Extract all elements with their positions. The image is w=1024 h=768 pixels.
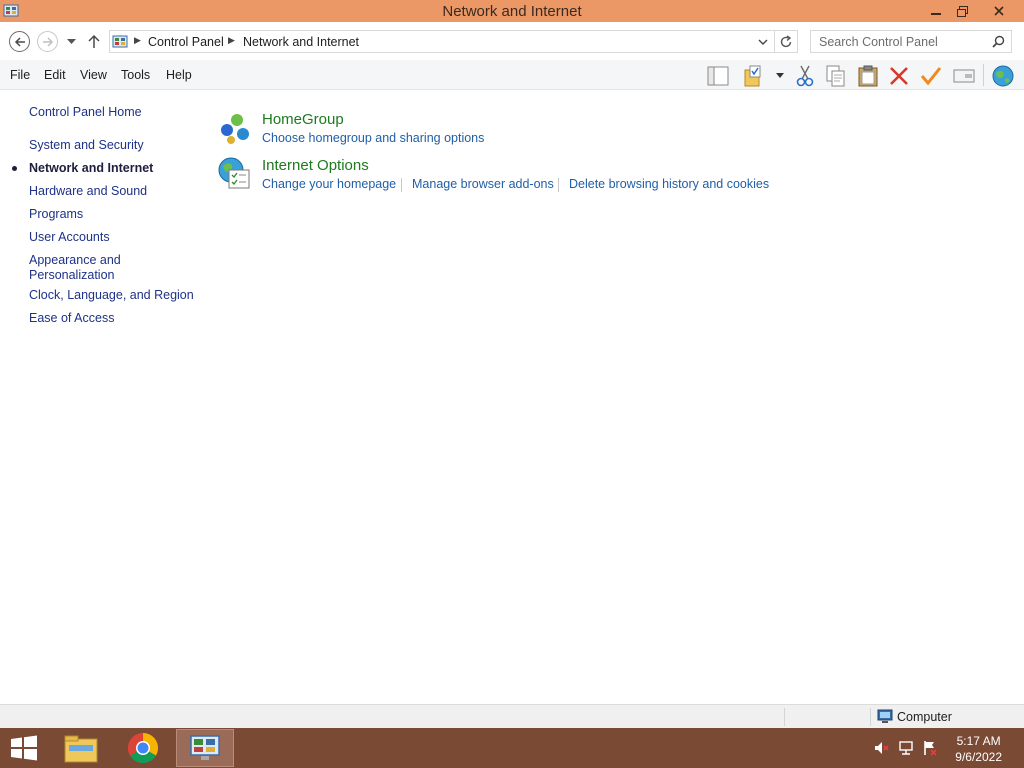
back-button[interactable] [9,31,30,52]
paste-icon [858,65,878,87]
search-input[interactable] [811,31,989,52]
navigation-bar: ▶ Control Panel ▶ Network and Internet [0,22,1024,60]
properties-check-button[interactable] [918,64,944,88]
internet-options-icon[interactable] [217,156,253,192]
taskbar-file-explorer[interactable] [52,729,110,767]
volume-muted-icon[interactable] [874,740,890,756]
breadcrumb-separator-icon[interactable]: ▶ [228,35,235,46]
minimize-icon [931,13,941,15]
properties-icon [953,69,975,83]
link-manage-addons[interactable]: Manage browser add-ons [412,177,554,191]
menu-help[interactable]: Help [166,68,192,82]
menu-file[interactable]: File [10,68,30,82]
sidebar-item-network-and-internet[interactable]: Network and Internet [29,161,199,176]
clock-date: 9/6/2022 [955,750,1002,764]
address-divider [774,31,775,52]
folder-options-icon [744,65,761,87]
sidebar-item-programs[interactable]: Programs [29,207,199,222]
main-content: HomeGroup Choose homegroup and sharing o… [200,90,1024,704]
start-button[interactable] [0,729,48,767]
restore-button[interactable] [948,0,976,22]
status-divider [870,708,871,726]
sidebar-item-appearance-and-personalization[interactable]: Appearance and Personalization [29,253,139,283]
computer-icon [877,709,893,723]
cut-button[interactable] [792,64,818,88]
checkmark-icon [920,67,942,86]
properties-button[interactable] [951,64,977,88]
link-delete-history[interactable]: Delete browsing history and cookies [569,177,769,191]
copy-icon [826,65,845,87]
link-separator [401,178,402,192]
taskbar: 5:17 AM 9/6/2022 [0,728,1024,768]
sidebar-item-control-panel-home[interactable]: Control Panel Home [29,105,199,120]
folder-options-button[interactable] [742,64,768,88]
link-choose-homegroup[interactable]: Choose homegroup and sharing options [262,131,484,145]
status-location: Computer [897,710,952,724]
status-divider [784,708,785,726]
delete-icon [890,67,908,85]
toolbar-divider [983,64,984,86]
up-arrow-icon[interactable] [88,34,100,48]
category-title-homegroup[interactable]: HomeGroup [262,111,344,128]
breadcrumb-control-panel[interactable]: Control Panel [148,35,224,49]
homegroup-icon[interactable] [217,110,253,146]
globe-button[interactable] [990,64,1016,88]
restore-icon [956,5,968,17]
control-panel-icon [190,735,220,760]
breadcrumb-network-and-internet[interactable]: Network and Internet [243,35,359,49]
paste-button[interactable] [855,64,881,88]
copy-button[interactable] [823,64,849,88]
menu-view[interactable]: View [80,68,107,82]
network-icon[interactable] [898,740,914,756]
chrome-icon [127,733,159,764]
forward-arrow-icon [42,36,53,47]
taskbar-clock[interactable]: 5:17 AM 9/6/2022 [955,733,1002,765]
sidebar-item-user-accounts[interactable]: User Accounts [29,230,199,245]
menu-tools[interactable]: Tools [121,68,150,82]
minimize-button[interactable] [922,0,950,22]
taskbar-control-panel[interactable] [176,729,234,767]
search-icon[interactable] [992,35,1005,48]
window-title: Network and Internet [442,3,582,20]
recent-locations-dropdown-icon[interactable] [67,39,76,45]
delete-button[interactable] [886,64,912,88]
title-bar: Network and Internet [0,0,1024,22]
search-box [810,30,1012,53]
close-icon [994,6,1004,16]
back-arrow-icon [14,36,25,47]
menu-edit[interactable]: Edit [44,68,66,82]
sidebar-item-ease-of-access[interactable]: Ease of Access [29,311,199,326]
link-separator [558,178,559,192]
close-button[interactable] [976,0,1022,22]
sidebar-item-system-and-security[interactable]: System and Security [29,138,199,153]
breadcrumb-separator-icon[interactable]: ▶ [134,35,141,46]
category-title-internet-options[interactable]: Internet Options [262,157,369,174]
clock-time: 5:17 AM [956,734,1001,748]
current-item-bullet [12,166,17,171]
action-center-icon[interactable] [922,740,938,756]
dropdown-arrow-icon[interactable] [776,73,784,78]
layout-button[interactable] [705,64,731,88]
forward-button[interactable] [37,31,58,52]
cut-icon [796,65,814,87]
address-bar[interactable]: ▶ Control Panel ▶ Network and Internet [109,30,798,53]
link-change-homepage[interactable]: Change your homepage [262,177,396,191]
windows-logo-icon [11,735,37,761]
sidebar: Control Panel Home System and Security N… [0,90,200,704]
control-panel-icon [112,35,128,48]
sidebar-item-hardware-and-sound[interactable]: Hardware and Sound [29,184,199,199]
file-explorer-icon [64,735,98,763]
refresh-icon[interactable] [779,35,793,49]
sidebar-item-clock-language-region[interactable]: Clock, Language, and Region [29,288,199,303]
taskbar-chrome[interactable] [114,729,172,767]
status-bar: Computer [0,704,1024,728]
menu-bar: File Edit View Tools Help [0,60,1024,90]
layout-icon [707,66,729,86]
address-dropdown-icon[interactable] [758,39,768,46]
globe-icon [992,65,1014,87]
